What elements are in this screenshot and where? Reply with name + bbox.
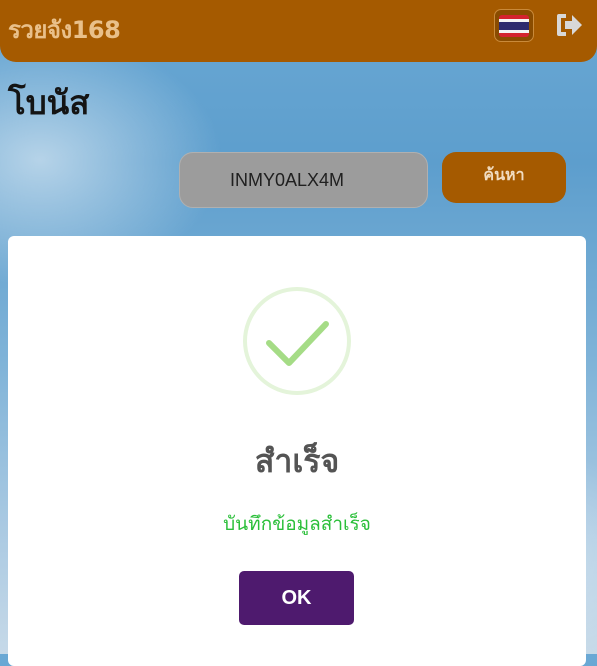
thailand-flag-icon bbox=[499, 14, 529, 37]
success-check-icon bbox=[243, 287, 351, 395]
ok-button[interactable]: OK bbox=[239, 571, 354, 625]
logout-button[interactable] bbox=[553, 10, 585, 40]
search-button[interactable]: ค้นหา bbox=[442, 152, 566, 203]
success-dialog: สำเร็จ บันทึกข้อมูลสำเร็จ OK bbox=[8, 236, 586, 666]
language-switch-button[interactable] bbox=[494, 9, 534, 42]
dialog-message: บันทึกข้อมูลสำเร็จ bbox=[223, 513, 371, 535]
code-search-input[interactable] bbox=[179, 152, 428, 208]
top-bar: รวยจัง168 bbox=[0, 0, 597, 62]
page-title: โบนัส bbox=[8, 83, 90, 122]
logout-icon bbox=[557, 14, 582, 36]
dialog-title: สำเร็จ bbox=[254, 442, 340, 480]
brand-logo[interactable]: รวยจัง168 bbox=[8, 10, 121, 49]
